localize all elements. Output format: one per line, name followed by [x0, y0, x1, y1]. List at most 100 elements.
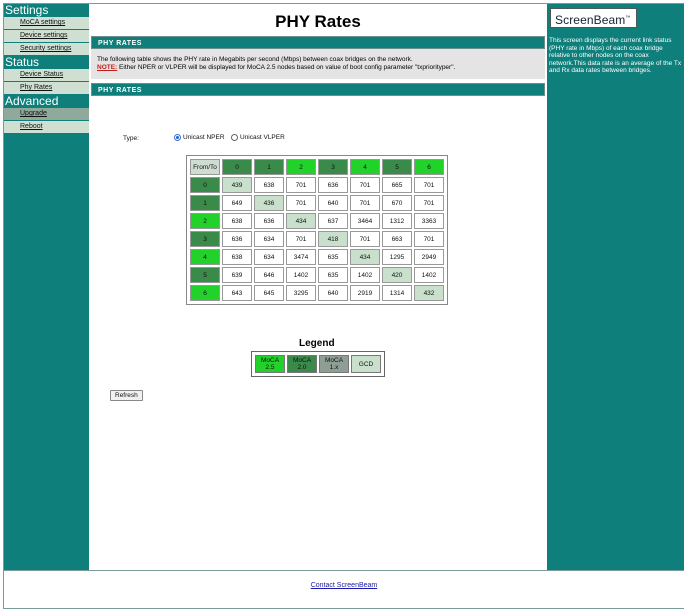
rate-cell: 636	[222, 231, 252, 247]
rate-cell: 420	[382, 267, 412, 283]
legend-label: MoCA	[324, 357, 344, 364]
legend-label: MoCA	[260, 357, 280, 364]
rate-cell: 701	[414, 231, 444, 247]
legend-item-moca25: MoCA 2.5	[255, 355, 285, 373]
main-content: PHY Rates PHY RATES The following table …	[89, 4, 547, 570]
left-nav: Settings MoCA settings Device settings S…	[4, 4, 89, 570]
rate-cell: 1402	[414, 267, 444, 283]
column-header-node-4: 4	[350, 159, 380, 175]
rate-cell: 3464	[350, 213, 380, 229]
nav-item-moca-settings[interactable]: MoCA settings	[4, 17, 89, 29]
table-row: 5 639 646 1402 635 1402 420 1402	[190, 267, 444, 283]
legend-label: MoCA	[292, 357, 312, 364]
column-header-node-3: 3	[318, 159, 348, 175]
nav-item-upgrade[interactable]: Upgrade	[4, 108, 89, 120]
nav-item-device-status[interactable]: Device Status	[4, 69, 89, 81]
note-text: Either NPER or VLPER will be displayed f…	[117, 64, 456, 71]
rate-cell: 634	[254, 249, 284, 265]
rate-cell: 635	[318, 267, 348, 283]
rate-cell: 701	[350, 177, 380, 193]
column-header-node-1: 1	[254, 159, 284, 175]
rate-cell: 643	[222, 285, 252, 301]
rate-cell: 637	[318, 213, 348, 229]
rate-cell: 1402	[286, 267, 316, 283]
rate-cell: 701	[414, 195, 444, 211]
rate-cell: 636	[254, 213, 284, 229]
rate-cell: 2949	[414, 249, 444, 265]
table-corner-header: From/To	[190, 159, 220, 175]
radio-selected-icon[interactable]	[174, 134, 181, 141]
row-header-node-2: 2	[190, 213, 220, 229]
rate-cell: 701	[350, 231, 380, 247]
rate-cell: 635	[318, 249, 348, 265]
nav-item-reboot[interactable]: Reboot	[4, 121, 89, 133]
rate-cell: 665	[382, 177, 412, 193]
table-header-row: From/To 0 1 2 3 4 5 6	[190, 159, 444, 175]
legend-item-moca1x: MoCA 1.x	[319, 355, 349, 373]
radio-unicast-vlper[interactable]: Unicast VLPER	[231, 134, 285, 141]
page-title: PHY Rates	[275, 12, 361, 31]
note-line: NOTE: Either NPER or VLPER will be displ…	[97, 64, 545, 72]
row-header-node-3: 3	[190, 231, 220, 247]
nav-item-phy-rates[interactable]: Phy Rates	[4, 82, 89, 94]
refresh-button[interactable]: Refresh	[110, 390, 143, 401]
legend-item-moca20: MoCA 2.0	[287, 355, 317, 373]
screenbeam-logo: ScreenBeam™	[550, 8, 637, 28]
rate-cell: 1312	[382, 213, 412, 229]
legend-item-gcd: GCD	[351, 355, 381, 373]
rate-cell: 439	[222, 177, 252, 193]
rate-cell: 638	[222, 213, 252, 229]
note-label: NOTE:	[97, 64, 118, 71]
legend-sublabel: 2.0	[297, 364, 307, 371]
rate-cell: 1295	[382, 249, 412, 265]
rate-cell: 3474	[286, 249, 316, 265]
rate-cell: 646	[254, 267, 284, 283]
info-text: The following table shows the PHY rate i…	[97, 56, 413, 63]
legend-sublabel: 1.x	[329, 364, 339, 371]
table-row: 3 636 634 701 418 701 663 701	[190, 231, 444, 247]
table-row: 0 439 638 701 636 701 665 701	[190, 177, 444, 193]
rate-cell: 638	[254, 177, 284, 193]
nav-item-device-settings[interactable]: Device settings	[4, 30, 89, 42]
info-box: The following table shows the PHY rate i…	[91, 49, 545, 79]
nav-section-settings: Settings	[5, 3, 49, 17]
section-header-phy-rates: PHY RATES	[91, 36, 545, 49]
contact-link[interactable]: Contact ScreenBeam	[311, 582, 378, 589]
table-row: 1 649 436 701 640 701 670 701	[190, 195, 444, 211]
rate-cell: 701	[286, 195, 316, 211]
radio-label-vlper: Unicast VLPER	[240, 134, 285, 141]
rate-cell: 640	[318, 195, 348, 211]
column-header-node-0: 0	[222, 159, 252, 175]
rate-cell: 636	[318, 177, 348, 193]
radio-unselected-icon[interactable]	[231, 134, 238, 141]
column-header-node-5: 5	[382, 159, 412, 175]
radio-unicast-nper[interactable]: Unicast NPER	[174, 134, 225, 141]
legend-box: MoCA 2.5 MoCA 2.0 MoCA 1.x GCD	[251, 351, 385, 377]
type-label: Type:	[123, 135, 139, 142]
column-header-node-6: 6	[414, 159, 444, 175]
rate-cell: 638	[222, 249, 252, 265]
logo-trademark: ™	[625, 15, 631, 21]
table-row: 4 638 634 3474 635 434 1295 2949	[190, 249, 444, 265]
rate-cell: 639	[222, 267, 252, 283]
section-header-phy-rates-2: PHY RATES	[91, 83, 545, 96]
rate-cell: 436	[254, 195, 284, 211]
footer: Contact ScreenBeam	[4, 570, 684, 608]
rate-cell: 432	[414, 285, 444, 301]
rate-cell: 3295	[286, 285, 316, 301]
rate-cell: 640	[318, 285, 348, 301]
row-header-node-6: 6	[190, 285, 220, 301]
rate-cell: 434	[350, 249, 380, 265]
rate-cell: 645	[254, 285, 284, 301]
rate-cell: 670	[382, 195, 412, 211]
nav-item-security-settings[interactable]: Security settings	[4, 43, 89, 55]
rate-cell: 3363	[414, 213, 444, 229]
row-header-node-0: 0	[190, 177, 220, 193]
rate-cell: 701	[286, 177, 316, 193]
rate-cell: 434	[286, 213, 316, 229]
legend-title: Legend	[299, 338, 335, 349]
table-row: 2 638 636 434 637 3464 1312 3363	[190, 213, 444, 229]
rate-cell: 1314	[382, 285, 412, 301]
rate-cell: 418	[318, 231, 348, 247]
radio-label-nper: Unicast NPER	[183, 134, 225, 141]
